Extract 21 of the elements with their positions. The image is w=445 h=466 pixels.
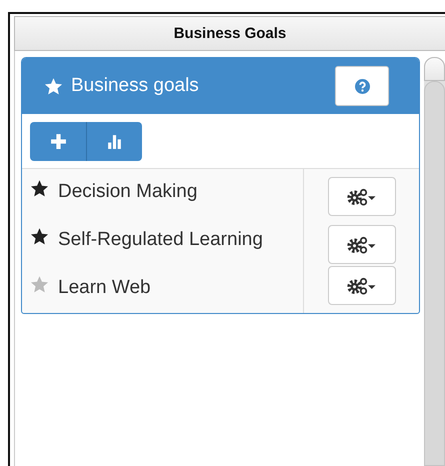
bar-chart-icon [106,132,123,150]
panel-title: Business goals [71,75,200,97]
goal-label: Decision Making [30,175,295,209]
add-button[interactable] [30,122,86,160]
settings-dropdown-button[interactable] [328,177,396,216]
help-button[interactable] [335,66,390,106]
star-icon[interactable] [30,179,49,198]
question-circle-icon [354,78,370,94]
star-icon[interactable] [30,275,49,294]
window-title: Business Goals [174,25,286,42]
chart-button[interactable] [86,122,142,160]
gears-caret-icon [346,236,377,254]
settings-dropdown-button[interactable] [328,266,396,305]
star-icon[interactable] [30,227,49,246]
star-icon [44,76,63,96]
goal-label: Self-Regulated Learning [30,223,295,257]
goal-label: Learn Web [30,271,295,305]
plus-icon [50,132,66,150]
settings-dropdown-button[interactable] [328,225,396,264]
gears-caret-icon [346,276,377,294]
gears-caret-icon [346,188,377,206]
